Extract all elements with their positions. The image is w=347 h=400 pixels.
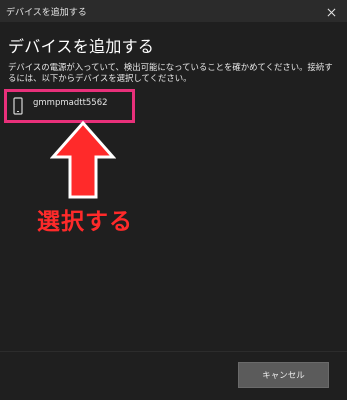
phone-icon xyxy=(13,97,23,115)
device-name: gmmpmadtt5562 xyxy=(33,98,108,108)
close-icon xyxy=(327,2,336,21)
title-bar: デバイスを追加する xyxy=(0,0,347,22)
window-title: デバイスを追加する xyxy=(6,8,87,18)
cancel-button[interactable]: キャンセル xyxy=(238,362,329,388)
page-title: デバイスを追加する xyxy=(8,37,155,56)
device-list-item[interactable]: gmmpmadtt5562 xyxy=(4,89,135,123)
footer-divider xyxy=(0,351,347,352)
close-button[interactable] xyxy=(319,1,343,21)
add-device-dialog: デバイスを追加する デバイスを追加する デバイスの電源が入っていて、検出可能にな… xyxy=(0,0,347,400)
annotation-label: 選択する xyxy=(37,209,133,235)
instructions-text: デバイスの電源が入っていて、検出可能になっていることを確かめてください。接続する… xyxy=(8,62,333,83)
annotation-arrow xyxy=(50,120,116,200)
